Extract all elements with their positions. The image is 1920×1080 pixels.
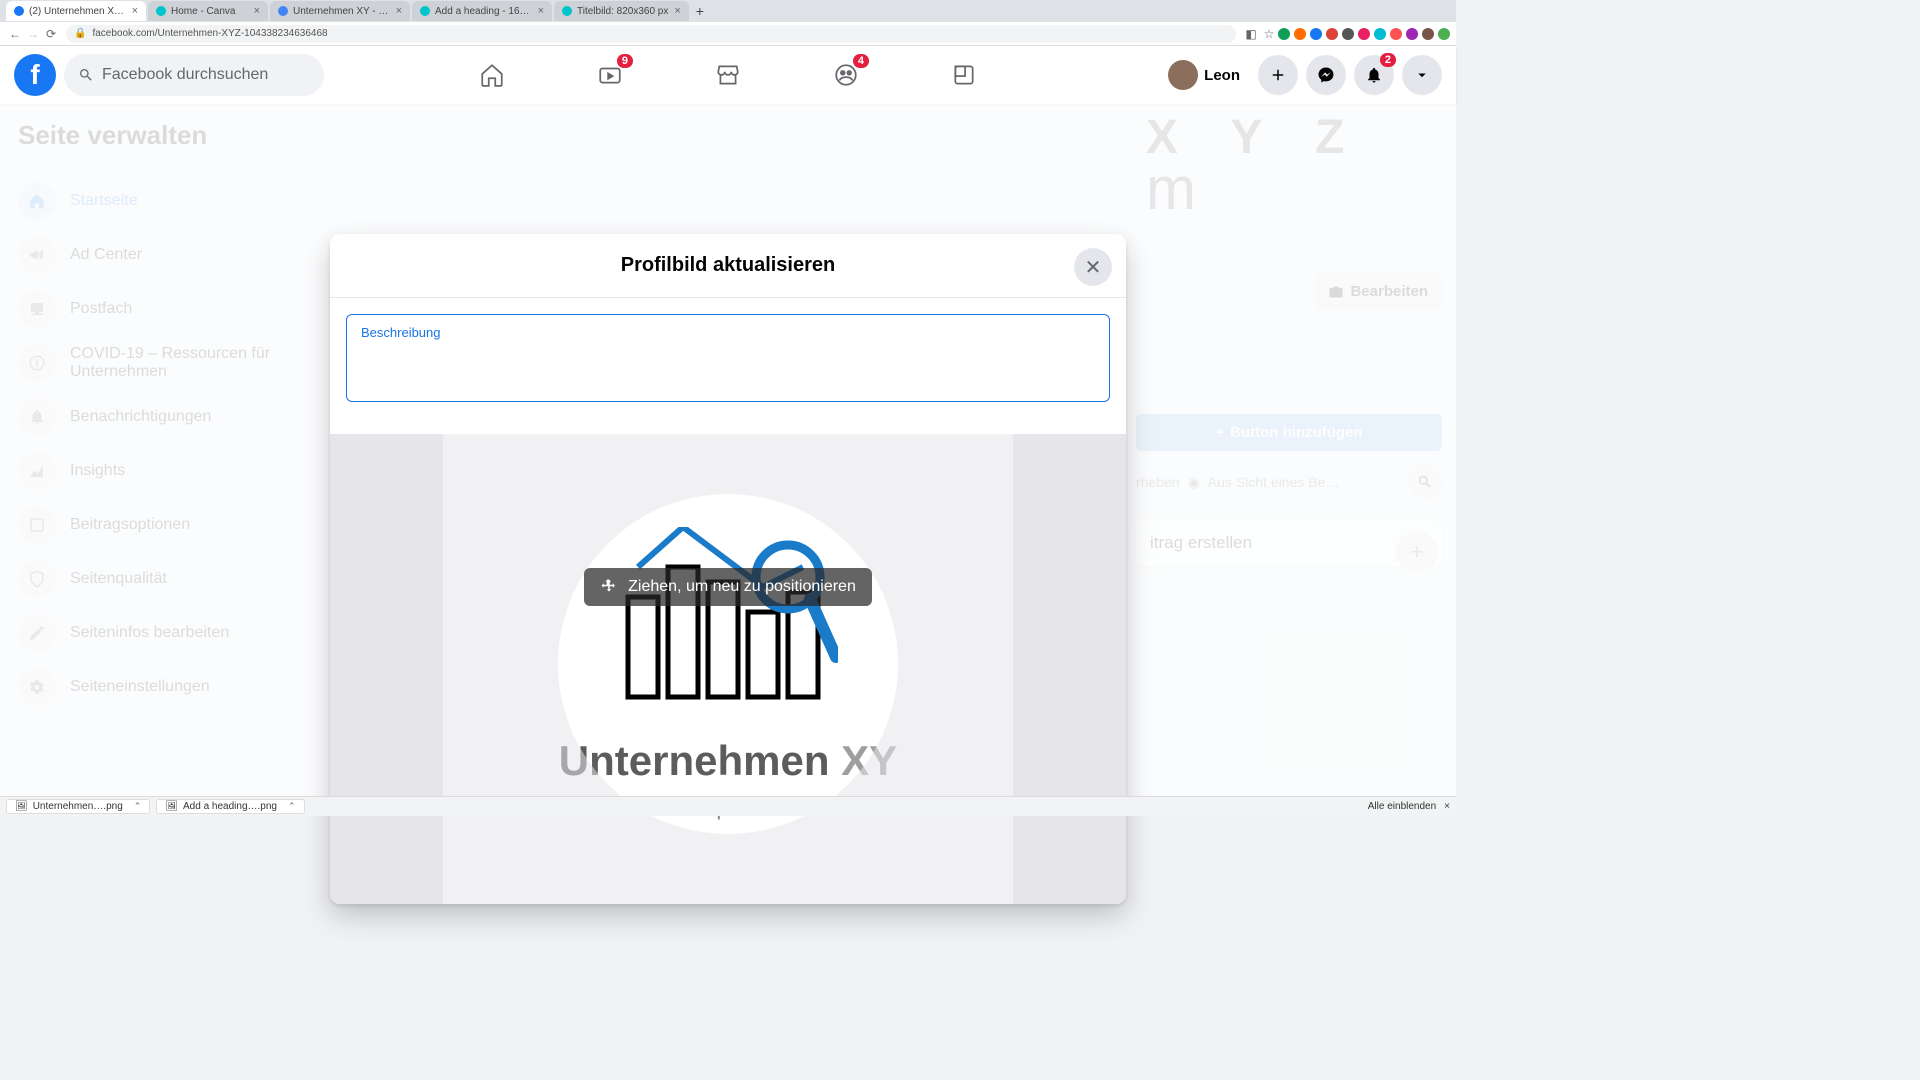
chevron-up-icon[interactable]: ⌃ <box>288 801 296 812</box>
photo-crop-area[interactable]: Unternehmen XY example.com Ziehen, um ne… <box>330 434 1126 904</box>
new-tab-button[interactable]: + <box>691 2 709 20</box>
messenger-button[interactable] <box>1306 55 1346 95</box>
browser-tab-active[interactable]: (2) Unternehmen XYZ | Faceb… × <box>6 1 146 21</box>
nav-groups[interactable]: 4 <box>791 50 901 100</box>
plus-icon <box>1269 66 1287 84</box>
close-icon[interactable]: × <box>538 5 544 17</box>
marketplace-icon <box>715 62 741 88</box>
extension-icon[interactable] <box>1358 28 1370 40</box>
favicon-icon <box>420 6 430 16</box>
downloads-bar: 🖼 Unternehmen….png ⌃ 🖼 Add a heading….pn… <box>0 796 1456 816</box>
url-input[interactable]: 🔒 facebook.com/Unternehmen-XYZ-104338234… <box>66 25 1236 43</box>
nav-home[interactable] <box>437 50 547 100</box>
nav-gaming[interactable] <box>909 50 1019 100</box>
extension-icon[interactable] <box>1342 28 1354 40</box>
browser-tab[interactable]: Add a heading - 16in × 9in × <box>412 1 552 21</box>
extension-icon[interactable] <box>1406 28 1418 40</box>
extension-icon[interactable] <box>1310 28 1322 40</box>
forward-button[interactable]: → <box>24 27 42 41</box>
description-label: Beschreibung <box>361 325 1095 340</box>
close-icon[interactable]: × <box>132 5 138 17</box>
browser-tab[interactable]: Home - Canva × <box>148 1 268 21</box>
extension-icons <box>1278 28 1450 40</box>
badge: 9 <box>617 54 633 68</box>
favicon-icon <box>278 6 288 16</box>
favicon-icon <box>562 6 572 16</box>
search-icon <box>78 67 94 83</box>
close-icon[interactable]: × <box>1444 801 1450 812</box>
modal-header: Profilbild aktualisieren ✕ <box>330 234 1126 298</box>
nav-watch[interactable]: 9 <box>555 50 665 100</box>
badge: 4 <box>853 54 869 68</box>
notifications-button[interactable]: 2 <box>1354 55 1394 95</box>
download-chip[interactable]: 🖼 Unternehmen….png ⌃ <box>6 799 150 814</box>
tab-title: Titelbild: 820x360 px <box>577 6 668 17</box>
file-icon: 🖼 <box>165 801 178 812</box>
browser-tab[interactable]: Unternehmen XY - Logo × <box>270 1 410 21</box>
tab-title: Unternehmen XY - Logo <box>293 6 390 17</box>
close-icon[interactable]: × <box>674 5 680 17</box>
url-text: facebook.com/Unternehmen-XYZ-10433823463… <box>92 28 327 39</box>
close-icon[interactable]: × <box>396 5 402 17</box>
back-button[interactable]: ← <box>6 27 24 41</box>
gcast-icon[interactable]: ◧ <box>1242 27 1260 41</box>
reload-button[interactable]: ⟳ <box>42 27 60 41</box>
gaming-icon <box>951 62 977 88</box>
profile-name: Leon <box>1204 67 1240 84</box>
facebook-logo[interactable]: f <box>14 54 56 96</box>
address-bar: ← → ⟳ 🔒 facebook.com/Unternehmen-XYZ-104… <box>0 22 1456 46</box>
crop-circle-mask <box>558 494 898 834</box>
facebook-header: f Facebook durchsuchen 9 4 Leon 2 <box>0 46 1456 104</box>
description-input[interactable]: Beschreibung <box>346 314 1110 402</box>
create-button[interactable] <box>1258 55 1298 95</box>
download-filename: Unternehmen….png <box>33 801 123 812</box>
extension-icon[interactable] <box>1390 28 1402 40</box>
close-icon[interactable]: × <box>254 5 260 17</box>
browser-tab[interactable]: Titelbild: 820x360 px × <box>554 1 689 21</box>
uploaded-photo[interactable]: Unternehmen XY example.com Ziehen, um ne… <box>443 434 1013 904</box>
close-button[interactable]: ✕ <box>1074 248 1112 286</box>
home-icon <box>479 62 505 88</box>
move-icon <box>600 578 618 596</box>
close-icon: ✕ <box>1085 255 1102 280</box>
nav-marketplace[interactable] <box>673 50 783 100</box>
chevron-down-icon <box>1413 66 1431 84</box>
favicon-icon <box>156 6 166 16</box>
download-chip[interactable]: 🖼 Add a heading….png ⌃ <box>156 799 304 814</box>
download-filename: Add a heading….png <box>183 801 277 812</box>
drag-hint-label: Ziehen, um neu zu positionieren <box>628 578 856 596</box>
tab-title: (2) Unternehmen XYZ | Faceb… <box>29 6 126 17</box>
extension-icon[interactable] <box>1278 28 1290 40</box>
header-right: Leon 2 <box>1164 55 1442 95</box>
center-nav: 9 4 <box>437 50 1019 100</box>
favicon-icon <box>14 6 24 16</box>
extension-icon[interactable] <box>1374 28 1386 40</box>
tab-title: Add a heading - 16in × 9in <box>435 6 532 17</box>
drag-hint: Ziehen, um neu zu positionieren <box>584 568 872 606</box>
star-icon[interactable]: ☆ <box>1260 27 1278 41</box>
modal-title: Profilbild aktualisieren <box>621 254 836 277</box>
browser-tab-strip: (2) Unternehmen XYZ | Faceb… × Home - Ca… <box>0 0 1456 22</box>
search-placeholder: Facebook durchsuchen <box>102 66 268 84</box>
avatar <box>1168 60 1198 90</box>
account-menu-button[interactable] <box>1402 55 1442 95</box>
file-icon: 🖼 <box>15 801 28 812</box>
lock-icon: 🔒 <box>74 28 86 39</box>
show-all-downloads[interactable]: Alle einblenden <box>1368 801 1436 812</box>
messenger-icon <box>1317 66 1335 84</box>
extension-icon[interactable] <box>1438 28 1450 40</box>
tab-title: Home - Canva <box>171 6 248 17</box>
search-input[interactable]: Facebook durchsuchen <box>64 54 324 96</box>
profile-chip[interactable]: Leon <box>1164 56 1250 94</box>
bell-icon <box>1365 66 1383 84</box>
badge: 2 <box>1380 53 1396 67</box>
extension-icon[interactable] <box>1294 28 1306 40</box>
extension-icon[interactable] <box>1422 28 1434 40</box>
chevron-up-icon[interactable]: ⌃ <box>134 801 142 812</box>
extension-icon[interactable] <box>1326 28 1338 40</box>
